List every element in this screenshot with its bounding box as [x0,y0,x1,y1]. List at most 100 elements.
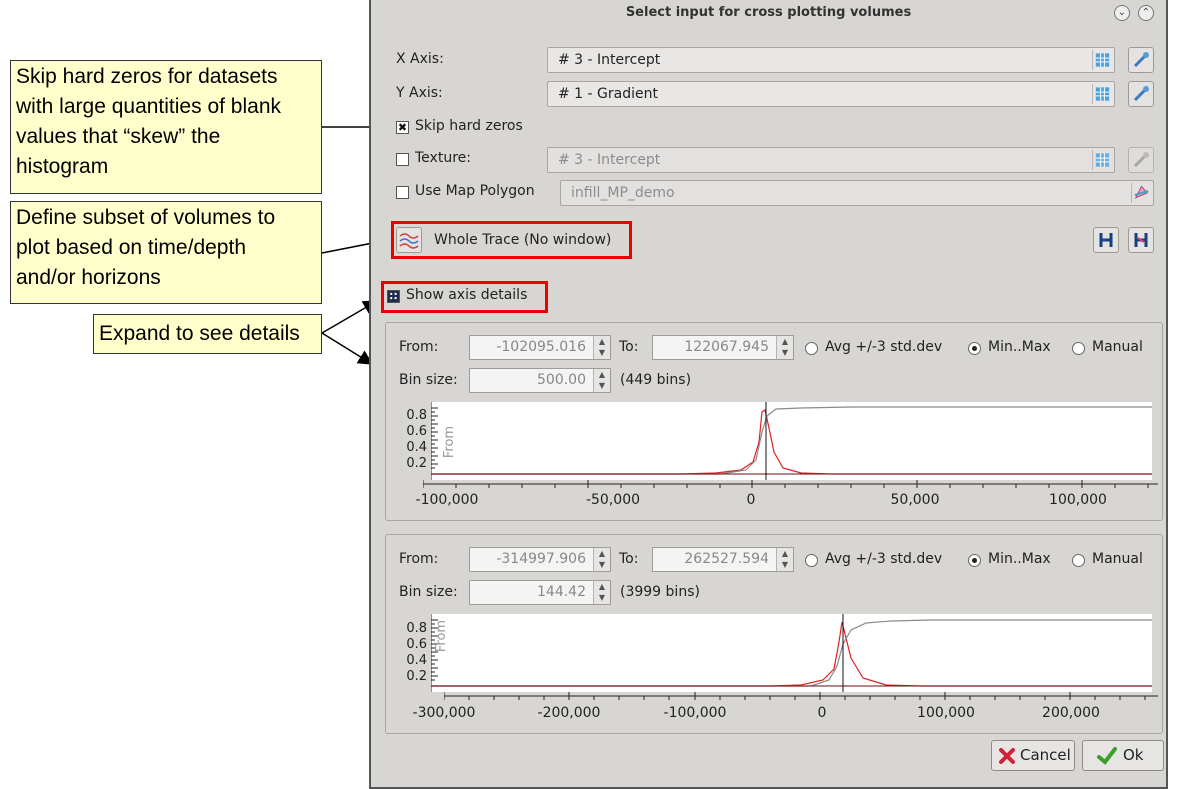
x-axis-pick-button[interactable] [1128,47,1154,73]
ok-check-icon [1097,747,1117,765]
x-tick: 0 [746,492,756,508]
y-tick: 0.2 [406,669,427,684]
bin-size-input[interactable]: 144.42 ▲ ▼ [469,580,611,605]
avg-std-label: Avg +/-3 std.dev [825,339,943,355]
from-value: -102095.016 [496,339,586,355]
bin-count: (449 bins) [620,372,692,388]
texture-select[interactable]: # 3 - Intercept [547,147,1115,173]
texture-label: Texture: [415,150,471,166]
to-input[interactable]: 122067.945 ▲ ▼ [652,335,794,360]
x-tick: 200,000 [1042,705,1100,721]
y-tick: 0.8 [406,408,427,423]
bin-size-input[interactable]: 500.00 ▲ ▼ [469,368,611,393]
minimize-icon[interactable]: ⌄ [1114,5,1130,21]
ok-button[interactable]: Ok [1082,740,1164,771]
y-tick: 0.6 [406,637,427,652]
bin-size-value: 500.00 [537,372,586,388]
x-tick: 100,000 [1049,492,1107,508]
x-tick: -50,000 [585,492,641,508]
x-tick: 50,000 [890,492,940,508]
y-tick: 0.2 [406,456,427,471]
texture-pick-button[interactable] [1128,147,1154,173]
show-axis-details-checkbox[interactable]: ∷ [387,290,400,303]
skip-hard-zeros-checkbox[interactable]: ✖ [396,121,409,134]
from-input[interactable]: -102095.016 ▲ ▼ [469,335,611,360]
bin-size-label: Bin size: [399,372,458,388]
skip-hard-zeros-label: Skip hard zeros [415,118,523,134]
x-tick: -100,000 [663,705,727,721]
x-axis-select[interactable]: # 3 - Intercept [547,47,1115,73]
x-axis-label: X Axis: [396,51,444,67]
min-max-label: Min..Max [988,551,1051,567]
pick-icon [1133,86,1149,102]
y-axis-value: # 1 - Gradient [558,86,658,102]
from-input[interactable]: -314997.906 ▲ ▼ [469,547,611,572]
to-value: 262527.594 [684,551,769,567]
ok-label: Ok [1123,746,1144,764]
x-tick: 100,000 [917,705,975,721]
to-label: To: [619,339,639,355]
y-tick: 0.6 [406,424,427,439]
texture-checkbox[interactable] [396,153,409,166]
plot-label: From [434,620,449,652]
y-axis-details-panel: From: -314997.906 ▲ ▼ To: 262527.594 ▲ ▼ A… [385,534,1163,734]
show-axis-details-label: Show axis details [406,287,528,303]
manual-label: Manual [1092,551,1143,567]
pick-icon [1133,152,1149,168]
y-tick: 0.4 [406,653,427,668]
x-axis-details-panel: From: -102095.016 ▲ ▼ To: 122067.945 ▲ ▼ A… [385,322,1163,521]
manual-radio[interactable] [1072,554,1085,567]
horizon-button-1[interactable] [1093,227,1119,253]
y-tick: 0.4 [406,440,427,455]
spin-arrows-icon[interactable]: ▲ ▼ [593,548,610,571]
x-tick: -200,000 [537,705,601,721]
cancel-button[interactable]: Cancel [991,740,1075,771]
avg-std-radio[interactable] [805,342,818,355]
volume-grid-icon[interactable] [1092,50,1112,70]
y-axis-label: Y Axis: [396,85,443,101]
bin-count: (3999 bins) [620,584,700,600]
from-value: -314997.906 [496,551,586,567]
spin-arrows-icon[interactable]: ▲ ▼ [776,548,793,571]
to-value: 122067.945 [684,339,769,355]
volume-grid-icon[interactable] [1092,84,1112,104]
plot-label: From [442,426,457,458]
pick-icon [1133,52,1149,68]
y-histogram-plot: From [431,614,1152,692]
spin-arrows-icon[interactable]: ▲ ▼ [593,369,610,392]
min-max-label: Min..Max [988,339,1051,355]
to-input[interactable]: 262527.594 ▲ ▼ [652,547,794,572]
x-tick: 0 [817,705,827,721]
bin-size-label: Bin size: [399,584,458,600]
texture-value: # 3 - Intercept [558,152,661,168]
spin-arrows-icon[interactable]: ▲ ▼ [593,336,610,359]
from-label: From: [399,551,439,567]
cross-plot-dialog: Select input for cross plotting volumes … [369,0,1168,789]
trace-window-icon [399,233,419,249]
min-max-radio[interactable] [968,342,981,355]
cancel-x-icon [999,748,1015,764]
avg-std-radio[interactable] [805,554,818,567]
bin-size-value: 144.42 [537,584,586,600]
polygon-icon[interactable] [1131,183,1151,203]
spin-arrows-icon[interactable]: ▲ ▼ [593,581,610,604]
map-polygon-value: infill_MP_demo [571,185,675,201]
volume-grid-icon[interactable] [1092,150,1112,170]
map-polygon-select[interactable]: infill_MP_demo [560,180,1154,206]
horizon-button-2[interactable] [1128,227,1154,253]
min-max-radio[interactable] [968,554,981,567]
y-axis-scale [444,692,1158,700]
y-axis-select[interactable]: # 1 - Gradient [547,81,1115,107]
spin-arrows-icon[interactable]: ▲ ▼ [776,336,793,359]
x-axis-scale [423,480,1158,488]
to-label: To: [619,551,639,567]
map-polygon-label: Use Map Polygon [415,183,535,199]
manual-radio[interactable] [1072,342,1085,355]
x-tick: -100,000 [415,492,479,508]
map-polygon-checkbox[interactable] [396,186,409,199]
trace-window-button[interactable] [396,227,422,253]
trace-window-label: Whole Trace (No window) [434,232,612,248]
y-axis-pick-button[interactable] [1128,81,1154,107]
maximize-icon[interactable]: ⌃ [1138,5,1154,21]
x-histogram-plot: From [431,402,1152,480]
